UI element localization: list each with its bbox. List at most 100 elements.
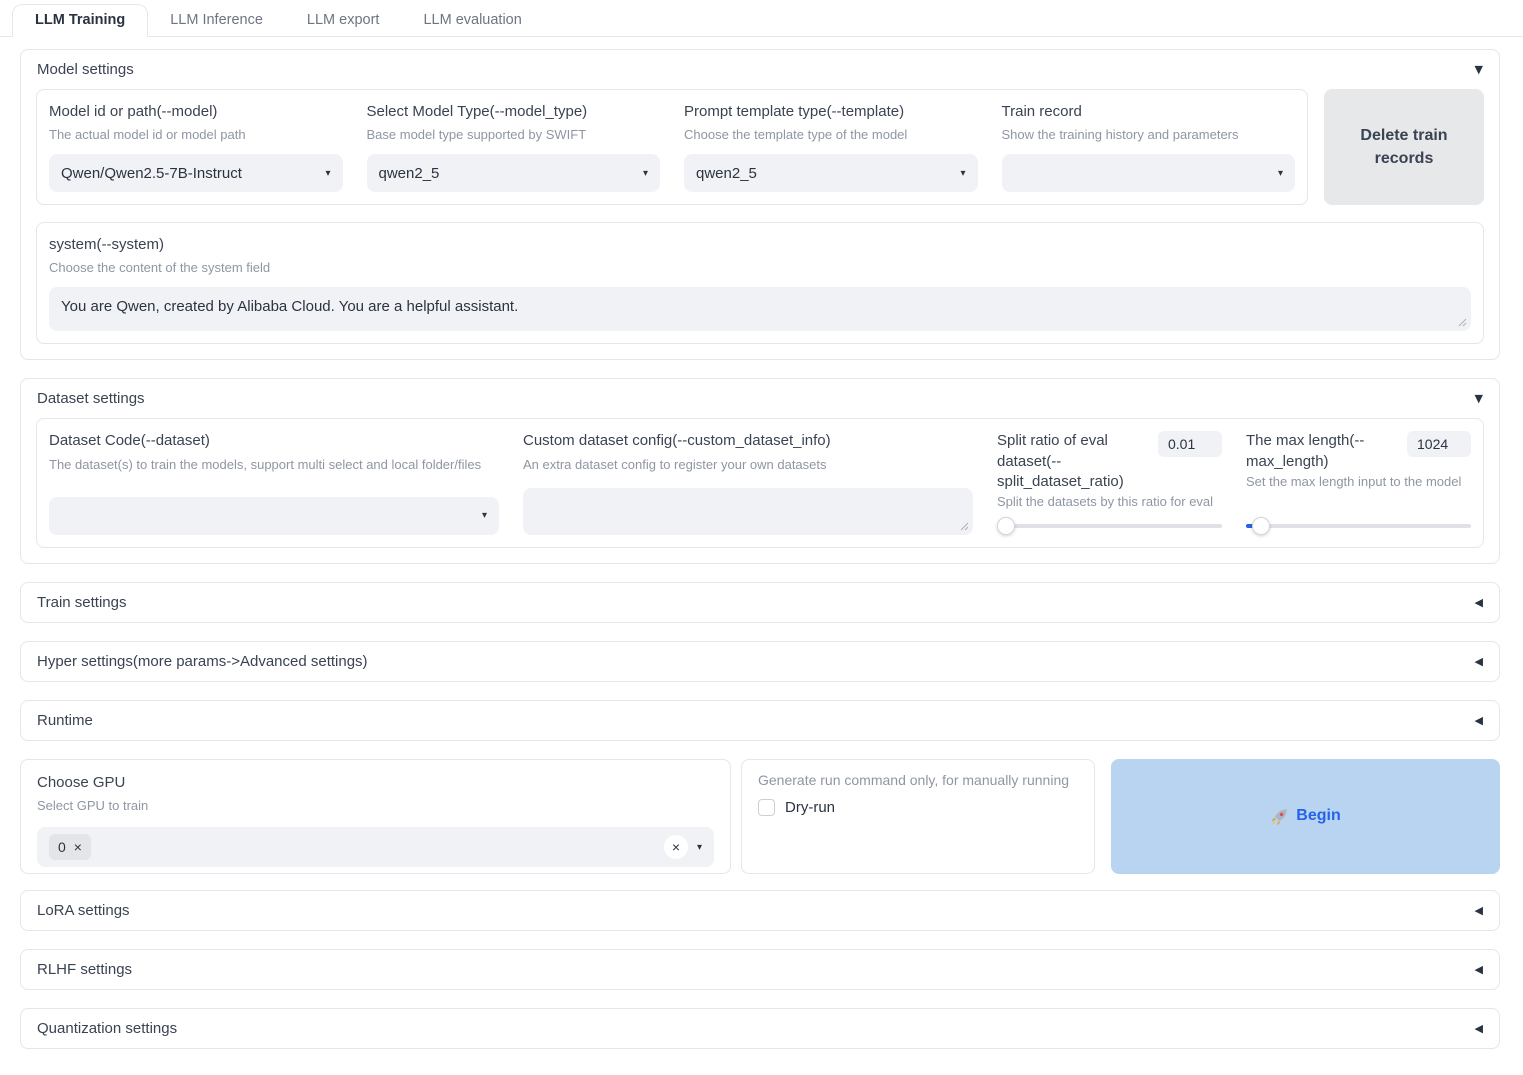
- custom-dataset-textarea[interactable]: [523, 487, 973, 535]
- template-value: qwen2_5: [696, 164, 757, 182]
- custom-dataset-field: Custom dataset config(--custom_dataset_i…: [523, 431, 973, 535]
- train-record-field: Train record Show the training history a…: [1001, 102, 1295, 193]
- slider-track: [997, 523, 1222, 528]
- gpu-multiselect[interactable]: 0 × × ▾: [37, 827, 714, 868]
- split-ratio-slider[interactable]: [997, 516, 1222, 535]
- clear-selection-button[interactable]: ×: [663, 835, 688, 860]
- resize-handle-icon[interactable]: [960, 522, 969, 531]
- system-textarea[interactable]: You are Qwen, created by Alibaba Cloud. …: [49, 287, 1471, 332]
- max-length-field: The max length(--max_length) Set the max…: [1246, 431, 1471, 535]
- dataset-code-dropdown[interactable]: ▾: [49, 496, 499, 535]
- template-label: Prompt template type(--template): [684, 103, 905, 120]
- model-type-label: Select Model Type(--model_type): [366, 103, 588, 120]
- split-ratio-info: Split the datasets by this ratio for eva…: [997, 494, 1214, 510]
- model-settings-title: Model settings: [37, 61, 134, 78]
- quantization-settings-panel: Quantization settings ◀: [20, 1007, 1500, 1049]
- expand-icon: ◀: [1474, 713, 1483, 727]
- dry-run-checkbox[interactable]: [758, 798, 775, 816]
- max-length-slider[interactable]: [1246, 516, 1471, 535]
- split-ratio-field: Split ratio of eval dataset(--split_data…: [997, 431, 1222, 535]
- train-record-info: Show the training history and parameters: [1001, 127, 1239, 143]
- choose-gpu-group: Choose GPU Select GPU to train 0 × × ▾: [20, 758, 731, 874]
- model-type-value: qwen2_5: [378, 164, 440, 182]
- choose-gpu-info: Select GPU to train: [37, 798, 149, 814]
- max-length-input[interactable]: [1407, 431, 1471, 458]
- lora-settings-header[interactable]: LoRA settings ◀: [21, 891, 1499, 930]
- tab-llm-inference[interactable]: LLM Inference: [148, 5, 285, 36]
- begin-button-label: Begin: [1296, 807, 1341, 825]
- system-field-group: system(--system) Choose the content of t…: [36, 222, 1484, 345]
- quantization-settings-header[interactable]: Quantization settings ◀: [21, 1009, 1499, 1048]
- template-dropdown[interactable]: qwen2_5 ▾: [684, 154, 978, 193]
- expand-icon: ◀: [1474, 962, 1483, 976]
- max-length-label: The max length(--max_length): [1246, 432, 1365, 470]
- chevron-down-icon[interactable]: ▾: [697, 842, 702, 853]
- resize-handle-icon[interactable]: [1458, 318, 1467, 327]
- runtime-title: Runtime: [37, 711, 93, 729]
- hyper-settings-panel: Hyper settings(more params->Advanced set…: [20, 640, 1500, 682]
- choose-gpu-label: Choose GPU: [37, 773, 126, 791]
- runtime-header[interactable]: Runtime ◀: [21, 701, 1499, 740]
- model-settings-panel: Model settings ▼ Model id or path(--mode…: [20, 49, 1500, 361]
- dataset-settings-title: Dataset settings: [37, 390, 145, 408]
- tab-bar: LLM Training LLM Inference LLM export LL…: [0, 0, 1523, 37]
- quantization-settings-title: Quantization settings: [37, 1019, 178, 1037]
- dry-run-option[interactable]: Dry-run: [758, 798, 1078, 816]
- model-id-info: The actual model id or model path: [49, 127, 246, 143]
- model-type-dropdown[interactable]: qwen2_5 ▾: [366, 154, 660, 193]
- rocket-icon: [1272, 809, 1287, 825]
- tab-panel-llm-training: Model settings ▼ Model id or path(--mode…: [0, 37, 1523, 1075]
- expand-icon: ◀: [1474, 1021, 1483, 1035]
- expand-icon: ◀: [1474, 654, 1483, 668]
- model-type-info: Base model type supported by SWIFT: [366, 127, 587, 143]
- dataset-settings-header[interactable]: Dataset settings ▼: [21, 379, 1499, 418]
- close-icon[interactable]: ×: [74, 840, 82, 854]
- model-settings-header[interactable]: Model settings ▼: [21, 50, 1499, 89]
- tab-llm-export[interactable]: LLM export: [285, 5, 402, 36]
- split-ratio-label: Split ratio of eval dataset(--split_data…: [997, 432, 1124, 490]
- slider-track: [1246, 523, 1471, 528]
- runtime-panel: Runtime ◀: [20, 699, 1500, 741]
- train-record-label: Train record: [1001, 103, 1082, 120]
- dry-run-label: Dry-run: [785, 798, 836, 816]
- begin-button[interactable]: Begin: [1111, 758, 1500, 874]
- model-fields-group: Model id or path(--model) The actual mod…: [36, 89, 1308, 206]
- dataset-code-label: Dataset Code(--dataset): [49, 432, 210, 450]
- slider-handle[interactable]: [1252, 516, 1270, 535]
- train-record-dropdown[interactable]: ▾: [1001, 154, 1295, 193]
- generate-command-label: Generate run command only, for manually …: [758, 771, 1070, 788]
- tab-llm-evaluation[interactable]: LLM evaluation: [401, 5, 543, 36]
- train-settings-title: Train settings: [37, 593, 127, 611]
- rlhf-settings-header[interactable]: RLHF settings ◀: [21, 950, 1499, 989]
- model-id-value: Qwen/Qwen2.5-7B-Instruct: [61, 164, 242, 182]
- system-label: system(--system): [49, 236, 164, 254]
- model-id-dropdown[interactable]: Qwen/Qwen2.5-7B-Instruct ▾: [49, 154, 343, 193]
- chevron-down-icon: ▾: [325, 167, 331, 179]
- train-settings-header[interactable]: Train settings ◀: [21, 583, 1499, 622]
- dataset-fields-group: Dataset Code(--dataset) The dataset(s) t…: [36, 418, 1484, 548]
- hyper-settings-header[interactable]: Hyper settings(more params->Advanced set…: [21, 642, 1499, 681]
- template-field: Prompt template type(--template) Choose …: [684, 102, 978, 193]
- slider-handle[interactable]: [997, 516, 1015, 535]
- delete-train-records-button[interactable]: Delete train records: [1324, 89, 1484, 206]
- template-info: Choose the template type of the model: [684, 127, 908, 143]
- close-icon: ×: [671, 839, 681, 856]
- dry-run-group: Generate run command only, for manually …: [741, 758, 1095, 874]
- lora-settings-panel: LoRA settings ◀: [20, 889, 1500, 931]
- hyper-settings-title: Hyper settings(more params->Advanced set…: [37, 652, 368, 670]
- dataset-code-field: Dataset Code(--dataset) The dataset(s) t…: [49, 431, 499, 535]
- chevron-down-icon: ▾: [960, 167, 966, 179]
- max-length-info: Set the max length input to the model: [1246, 473, 1462, 489]
- system-info: Choose the content of the system field: [49, 260, 271, 276]
- chevron-down-icon: ▾: [642, 167, 648, 179]
- expand-icon: ◀: [1474, 595, 1483, 609]
- tab-llm-training[interactable]: LLM Training: [12, 4, 149, 37]
- collapse-icon: ▼: [1474, 392, 1483, 406]
- gpu-chip-0: 0 ×: [49, 834, 91, 861]
- dataset-code-info: The dataset(s) to train the models, supp…: [49, 456, 482, 472]
- model-id-field: Model id or path(--model) The actual mod…: [49, 102, 343, 193]
- train-settings-panel: Train settings ◀: [20, 581, 1500, 623]
- split-ratio-input[interactable]: [1158, 431, 1222, 458]
- model-id-label: Model id or path(--model): [49, 103, 218, 120]
- collapse-icon: ▼: [1474, 63, 1483, 76]
